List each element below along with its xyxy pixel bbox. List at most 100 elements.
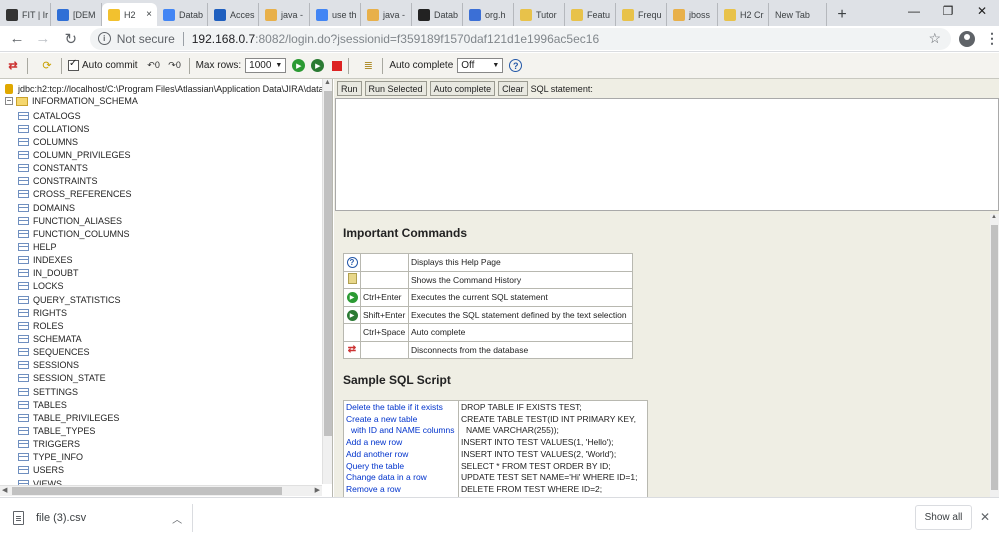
close-window-button[interactable]: ✕	[965, 0, 999, 22]
scroll-right-icon[interactable]: ▶	[315, 486, 320, 494]
minimize-button[interactable]: —	[897, 0, 931, 22]
browser-tab[interactable]: Featu	[565, 3, 616, 26]
tree-table-item[interactable]: CROSS_REFERENCES	[18, 188, 318, 201]
auto-commit-checkbox[interactable]	[68, 58, 79, 71]
tree-table-item[interactable]: TABLES	[18, 398, 318, 411]
run-button[interactable]: Run	[337, 81, 362, 96]
tree-table-item[interactable]: QUERY_STATISTICS	[18, 293, 318, 306]
tree-table-item[interactable]: CONSTRAINTS	[18, 175, 318, 188]
schema-node[interactable]: − INFORMATION_SCHEMA	[5, 96, 138, 106]
tree-table-item[interactable]: IN_DOUBT	[18, 267, 318, 280]
stop-icon[interactable]	[332, 60, 343, 71]
tree-table-item[interactable]: DOMAINS	[18, 201, 318, 214]
browser-tab[interactable]: Acces	[208, 3, 259, 26]
scroll-up-icon[interactable]: ▲	[991, 214, 997, 220]
browser-tab[interactable]: Datab	[157, 3, 208, 26]
close-download-bar-icon[interactable]: ✕	[980, 510, 990, 524]
tree-table-item[interactable]: TYPE_INFO	[18, 451, 318, 464]
tree-table-item[interactable]: TABLE_PRIVILEGES	[18, 411, 318, 424]
tree-table-item[interactable]: FUNCTION_ALIASES	[18, 214, 318, 227]
scroll-up-icon[interactable]: ▲	[324, 79, 331, 86]
download-file-name[interactable]: file (3).csv	[36, 512, 86, 524]
browser-menu-icon[interactable]: ⋮	[985, 30, 999, 47]
sample-sql-link[interactable]: Create a new table	[346, 414, 456, 426]
tab-new-tab[interactable]: New Tab	[769, 3, 827, 26]
browser-tab[interactable]: java -	[259, 3, 310, 26]
browser-tab[interactable]: use th	[310, 3, 361, 26]
clear-button[interactable]: Clear	[498, 81, 528, 96]
refresh-tree-icon[interactable]: ⟳	[39, 58, 55, 74]
browser-tab[interactable]: H2 ×	[102, 3, 157, 26]
help-icon[interactable]: ?	[509, 59, 523, 72]
tree-table-item[interactable]: SETTINGS	[18, 385, 318, 398]
close-tab-icon[interactable]: ×	[146, 9, 152, 20]
scrollbar-thumb[interactable]	[991, 225, 998, 490]
tree-table-item[interactable]: LOCKS	[18, 280, 318, 293]
browser-tab[interactable]: jboss	[667, 3, 718, 26]
tree-table-item[interactable]: COLUMNS	[18, 135, 318, 148]
tree-table-item[interactable]: FUNCTION_COLUMNS	[18, 227, 318, 240]
sample-sql-link[interactable]: with ID and NAME columns	[346, 425, 456, 437]
reload-button[interactable]: ↻	[60, 30, 82, 48]
browser-tab[interactable]: H2 Cr	[718, 3, 769, 26]
rollback-icon[interactable]: ↶0	[146, 58, 162, 74]
history-icon[interactable]: ≣	[360, 58, 376, 74]
help-vertical-scrollbar[interactable]: ▲	[990, 214, 999, 497]
browser-tab[interactable]: Datab	[412, 3, 463, 26]
sample-sql-link[interactable]: Change data in a row	[346, 472, 456, 484]
new-tab-button[interactable]: +	[827, 3, 857, 26]
tree-table-item[interactable]: COLUMN_PRIVILEGES	[18, 148, 318, 161]
chevron-up-icon[interactable]: ︿	[172, 511, 182, 526]
tree-table-item[interactable]: USERS	[18, 464, 318, 477]
profile-avatar-icon[interactable]	[959, 30, 975, 47]
tree-vertical-scrollbar[interactable]: ▲	[322, 79, 332, 484]
tree-table-item[interactable]: SCHEMATA	[18, 332, 318, 345]
auto-complete-select[interactable]: Off ▼	[457, 58, 504, 73]
bookmark-star-icon[interactable]: ☆	[929, 30, 942, 47]
disconnect-icon[interactable]: ⇄	[5, 58, 21, 74]
tree-table-item[interactable]: CATALOGS	[18, 109, 318, 122]
restore-button[interactable]: ❐	[931, 0, 965, 22]
connection-node[interactable]: jdbc:h2:tcp://localhost/C:\Program Files…	[5, 84, 323, 94]
url-omnibox[interactable]: i Not secure 192.168.0.7 :8082/login.do?…	[89, 27, 952, 50]
auto-complete-button[interactable]: Auto complete	[429, 81, 496, 96]
info-icon[interactable]: i	[97, 32, 111, 45]
tree-table-item[interactable]: TRIGGERS	[18, 438, 318, 451]
tree-table-item[interactable]: INDEXES	[18, 254, 318, 267]
tree-table-item[interactable]: RIGHTS	[18, 306, 318, 319]
sample-sql-link[interactable]: Add a new row	[346, 437, 456, 449]
scrollbar-thumb[interactable]	[12, 487, 282, 495]
run-selected-icon[interactable]: ▶	[311, 59, 325, 72]
collapse-icon[interactable]: −	[5, 97, 13, 105]
max-rows-select[interactable]: 1000 ▼	[245, 58, 287, 73]
sample-sql-link[interactable]: Add another row	[346, 449, 456, 461]
tree-table-item[interactable]: TABLE_TYPES	[18, 424, 318, 437]
tree-table-item[interactable]: ROLES	[18, 319, 318, 332]
browser-tab[interactable]: [DEM	[51, 3, 102, 26]
run-icon[interactable]: ▶	[292, 59, 306, 72]
sample-sql-link[interactable]: Delete the table if it exists	[346, 402, 456, 414]
tree-table-item[interactable]: COLLATIONS	[18, 122, 318, 135]
scroll-left-icon[interactable]: ◀	[2, 486, 7, 494]
tree-horizontal-scrollbar[interactable]: ◀ ▶	[0, 485, 322, 496]
sql-editor[interactable]	[335, 98, 999, 211]
tree-table-item[interactable]: SESSION_STATE	[18, 372, 318, 385]
sample-sql-link[interactable]: Query the table	[346, 461, 456, 473]
scrollbar-thumb[interactable]	[324, 91, 332, 436]
tree-table-item[interactable]: HELP	[18, 240, 318, 253]
tree-table-item[interactable]: VIEWS	[18, 477, 318, 485]
browser-tab[interactable]: java -	[361, 3, 412, 26]
back-button[interactable]: ←	[6, 30, 28, 47]
tree-table-item[interactable]: SEQUENCES	[18, 346, 318, 359]
tree-table-item[interactable]: CONSTANTS	[18, 162, 318, 175]
show-all-button[interactable]: Show all	[915, 505, 972, 530]
browser-tab[interactable]: FIT | Ir	[0, 3, 51, 26]
forward-button[interactable]: →	[32, 30, 54, 47]
sample-sql-link[interactable]: Remove a row	[346, 484, 456, 496]
commit-icon[interactable]: ↷0	[167, 58, 183, 74]
browser-tab[interactable]: org.h	[463, 3, 514, 26]
browser-tab[interactable]: Frequ	[616, 3, 667, 26]
run-selected-button[interactable]: Run Selected	[364, 81, 427, 96]
tree-table-item[interactable]: SESSIONS	[18, 359, 318, 372]
browser-tab[interactable]: Tutor	[514, 3, 565, 26]
